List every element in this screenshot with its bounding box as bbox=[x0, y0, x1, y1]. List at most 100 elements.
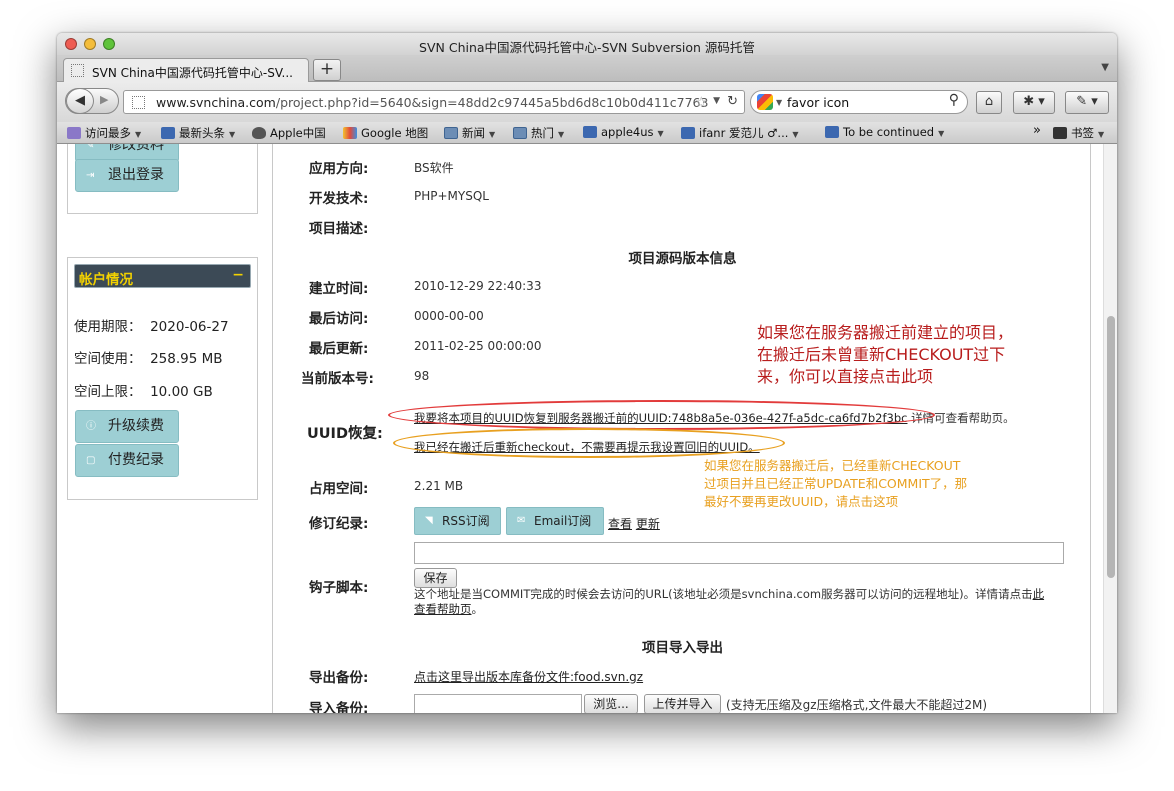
browser-window: SVN China中国源代码托管中心-SVN Subversion 源码托管 S… bbox=[57, 33, 1117, 713]
update-log-link[interactable]: 更新 bbox=[636, 517, 660, 531]
import-note: (支持无压缩及gz压缩格式,文件最大不能超过2M) bbox=[726, 698, 988, 712]
account-header: 帐户情况 − bbox=[74, 264, 251, 288]
bookmarks-menu-button[interactable]: 书签 ▼ bbox=[1053, 125, 1104, 141]
tab-list-menu-icon[interactable]: ▼ bbox=[1101, 62, 1109, 73]
hook-url-input[interactable] bbox=[414, 542, 1064, 564]
url-history-dropdown-icon[interactable]: ▼ bbox=[713, 96, 720, 106]
collapse-icon[interactable]: − bbox=[232, 267, 244, 283]
tools-button[interactable]: ✎ ▾ bbox=[1065, 91, 1109, 114]
reload-icon[interactable]: ↻ bbox=[727, 94, 738, 109]
created-value: 2010-12-29 22:40:33 bbox=[414, 279, 542, 293]
tab-active[interactable]: SVN China中国源代码托管中心-SV... bbox=[63, 58, 309, 82]
mail-icon: ✉ bbox=[517, 515, 526, 526]
save-button[interactable]: 保存 bbox=[414, 568, 457, 588]
log-links: 查看 更新 bbox=[608, 515, 660, 532]
import-file-input[interactable] bbox=[414, 694, 582, 713]
home-icon: ⌂ bbox=[984, 94, 994, 109]
back-arrow-icon: ◀ bbox=[75, 93, 85, 108]
space-used-value: 258.95 MB bbox=[150, 351, 223, 367]
bookmark-item[interactable]: 访问最多 ▼ bbox=[67, 125, 141, 141]
bookmark-item[interactable]: Apple中国 bbox=[252, 125, 326, 141]
export-backup-link[interactable]: 点击这里导出版本库备份文件:food.svn.gz bbox=[414, 670, 643, 684]
annotation-orange: 如果您在服务器搬迁后，已经重新CHECKOUT 过项目并且已经正常UPDATE和… bbox=[704, 458, 968, 509]
space-label: 占用空间: bbox=[309, 481, 369, 497]
bookmark-item[interactable]: 最新头条 ▼ bbox=[161, 125, 235, 141]
window-title: SVN China中国源代码托管中心-SVN Subversion 源码托管 bbox=[419, 40, 755, 55]
search-icon[interactable]: ⚲ bbox=[949, 92, 959, 108]
search-engine-dropdown-icon[interactable]: ▼ bbox=[776, 98, 782, 107]
project-detail-panel: 应用方向: BS软件 开发技术: PHP+MYSQL 项目描述: 项目源码版本信… bbox=[272, 144, 1091, 713]
space-limit-row: 空间上限： 10.00 GB bbox=[74, 384, 213, 400]
logout-button[interactable]: ⇥ 退出登录 bbox=[75, 159, 179, 192]
rss-icon bbox=[583, 126, 597, 138]
new-tab-button[interactable]: + bbox=[313, 59, 341, 81]
import-export-section-title: 项目导入导出 bbox=[642, 640, 723, 656]
hook-note: 这个地址是当COMMIT完成的时候会去访问的URL(该地址必须是svnchina… bbox=[414, 587, 1045, 616]
forward-button[interactable]: ▶ bbox=[100, 93, 108, 106]
bookmark-item[interactable]: apple4us ▼ bbox=[583, 125, 664, 139]
scrollbar-thumb[interactable] bbox=[1107, 316, 1115, 578]
info-icon: ⓘ bbox=[86, 421, 96, 432]
hook-label: 钩子脚本: bbox=[309, 580, 369, 596]
annotation-orange-ellipse bbox=[393, 428, 785, 458]
hook-help-link[interactable]: 此 bbox=[1033, 587, 1045, 601]
last-access-value: 0000-00-00 bbox=[414, 309, 484, 323]
bookmarks-overflow-icon[interactable]: » bbox=[1033, 123, 1041, 138]
import-label: 导入备份: bbox=[309, 701, 369, 713]
bookmark-item[interactable]: Google 地图 bbox=[343, 125, 428, 141]
export-label: 导出备份: bbox=[309, 670, 369, 686]
google-search-engine-icon[interactable] bbox=[757, 94, 773, 110]
created-label: 建立时间: bbox=[309, 281, 369, 297]
rss-subscribe-button[interactable]: ◥ RSS订阅 bbox=[414, 507, 501, 535]
rss-icon: ◥ bbox=[425, 515, 433, 526]
account-box: 帐户情况 − 使用期限： 2020-06-27 空间使用： 258.95 MB … bbox=[67, 257, 258, 500]
navigation-toolbar: ◀ ▶ www.svnchina.com/project.php?id=5640… bbox=[57, 82, 1117, 122]
description-label: 项目描述: bbox=[309, 221, 369, 237]
tab-bar: SVN China中国源代码托管中心-SV... + ▼ bbox=[57, 55, 1117, 82]
bookmark-star-icon[interactable]: ☆ bbox=[695, 93, 708, 111]
bookmark-folder[interactable]: 热门 ▼ bbox=[513, 125, 564, 141]
puzzle-icon: ✱ ▾ bbox=[1023, 94, 1045, 109]
back-forward-control: ◀ ▶ bbox=[65, 88, 119, 114]
search-input[interactable]: favor icon bbox=[787, 95, 849, 110]
folder-icon bbox=[513, 127, 527, 139]
space-value: 2.21 MB bbox=[414, 479, 464, 493]
bookmarks-toolbar: 访问最多 ▼ 最新头条 ▼ Apple中国 Google 地图 新闻 ▼ 热门 ▼ ap… bbox=[57, 122, 1117, 144]
email-subscribe-button[interactable]: ✉ Email订阅 bbox=[506, 507, 604, 535]
bookmark-folder[interactable]: 新闻 ▼ bbox=[444, 125, 495, 141]
upload-import-button[interactable]: 上传并导入 bbox=[644, 694, 721, 713]
revision-log-label: 修订纪录: bbox=[309, 516, 369, 532]
space-limit-value: 10.00 GB bbox=[150, 384, 213, 400]
bookmarks-menu-icon bbox=[1053, 127, 1067, 139]
document-icon: ▢ bbox=[86, 455, 96, 466]
last-update-label: 最后更新: bbox=[309, 341, 369, 357]
tab-label: SVN China中国源代码托管中心-SV... bbox=[92, 66, 293, 80]
vertical-scrollbar[interactable] bbox=[1103, 144, 1117, 713]
revision-value: 98 bbox=[414, 369, 430, 383]
site-identity-icon[interactable] bbox=[132, 96, 145, 109]
back-button[interactable]: ◀ bbox=[66, 88, 94, 114]
annotation-red-ellipse bbox=[388, 400, 935, 430]
browse-button[interactable]: 浏览... bbox=[584, 694, 638, 713]
bookmark-item[interactable]: To be continued ▼ bbox=[825, 125, 944, 139]
rss-icon bbox=[681, 127, 695, 139]
upgrade-button[interactable]: ⓘ 升级续费 bbox=[75, 410, 179, 443]
payment-history-button[interactable]: ▢ 付费纪录 bbox=[75, 444, 179, 477]
tech-value: PHP+MYSQL bbox=[414, 189, 489, 203]
hook-help-page-link[interactable]: 查看帮助页 bbox=[414, 602, 472, 616]
apple-icon bbox=[252, 127, 266, 139]
home-button[interactable]: ⌂ bbox=[976, 91, 1002, 114]
page-favicon-icon bbox=[71, 64, 84, 77]
url-host: www.svnchina.com bbox=[156, 95, 276, 110]
title-bar: SVN China中国源代码托管中心-SVN Subversion 源码托管 bbox=[57, 33, 1117, 55]
uuid-label: UUID恢复: bbox=[307, 426, 383, 442]
expiry-value: 2020-06-27 bbox=[150, 319, 229, 335]
view-log-link[interactable]: 查看 bbox=[608, 517, 632, 531]
search-bar[interactable]: ▼ favor icon ⚲ bbox=[750, 90, 968, 114]
address-bar[interactable]: www.svnchina.com/project.php?id=5640&sig… bbox=[123, 90, 745, 114]
bookmark-item[interactable]: ifanr 爱范儿 ♂... ▼ bbox=[681, 125, 799, 141]
addons-button[interactable]: ✱ ▾ bbox=[1013, 91, 1055, 114]
export-row: 点击这里导出版本库备份文件:food.svn.gz bbox=[414, 668, 643, 685]
url-text[interactable]: www.svnchina.com/project.php?id=5640&sig… bbox=[156, 95, 708, 110]
pen-icon: ✎ ▾ bbox=[1076, 94, 1098, 109]
